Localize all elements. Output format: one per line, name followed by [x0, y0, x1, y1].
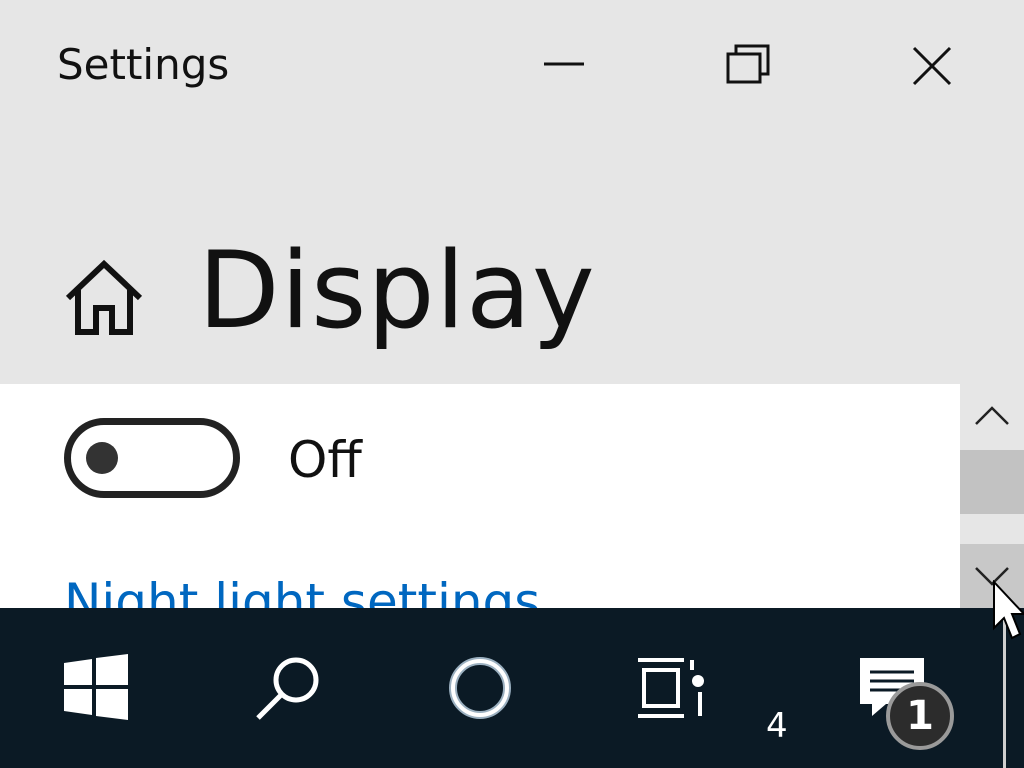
taskbar-small-text: 4: [766, 706, 788, 746]
scroll-up-button[interactable]: [960, 384, 1024, 448]
minimize-icon: [544, 62, 584, 66]
close-icon: [912, 46, 952, 86]
home-icon: [65, 259, 143, 335]
cortana-icon: [449, 657, 511, 719]
restore-icon: [726, 44, 770, 84]
app-title: Settings: [57, 40, 230, 89]
scroll-thumb[interactable]: [960, 450, 1024, 514]
show-desktop-divider[interactable]: [1003, 620, 1006, 768]
chevron-up-icon: [975, 406, 1009, 425]
scrollbar[interactable]: [960, 384, 1024, 608]
title-bar: Settings: [0, 0, 1024, 140]
cortana-button[interactable]: [446, 654, 514, 722]
toggle-state-label: Off: [288, 431, 362, 489]
home-button[interactable]: [62, 254, 146, 338]
page-title: Display: [198, 229, 596, 352]
night-light-toggle[interactable]: [64, 418, 240, 498]
search-button[interactable]: [252, 654, 326, 724]
content-pane: Off Night light settings: [0, 384, 960, 608]
windows-start-icon: [64, 654, 128, 720]
start-button[interactable]: [62, 654, 130, 722]
notification-badge: 1: [886, 682, 954, 750]
page-header: Display: [0, 220, 1024, 384]
toggle-knob: [86, 442, 118, 474]
night-light-settings-link[interactable]: Night light settings: [64, 572, 540, 608]
restore-button[interactable]: [712, 30, 784, 102]
mouse-cursor-icon: [993, 580, 1024, 640]
task-view-button[interactable]: [636, 656, 708, 720]
task-view-icon: [638, 658, 704, 718]
close-button[interactable]: [896, 30, 968, 102]
minimize-button[interactable]: [528, 30, 600, 102]
search-icon: [256, 657, 319, 720]
